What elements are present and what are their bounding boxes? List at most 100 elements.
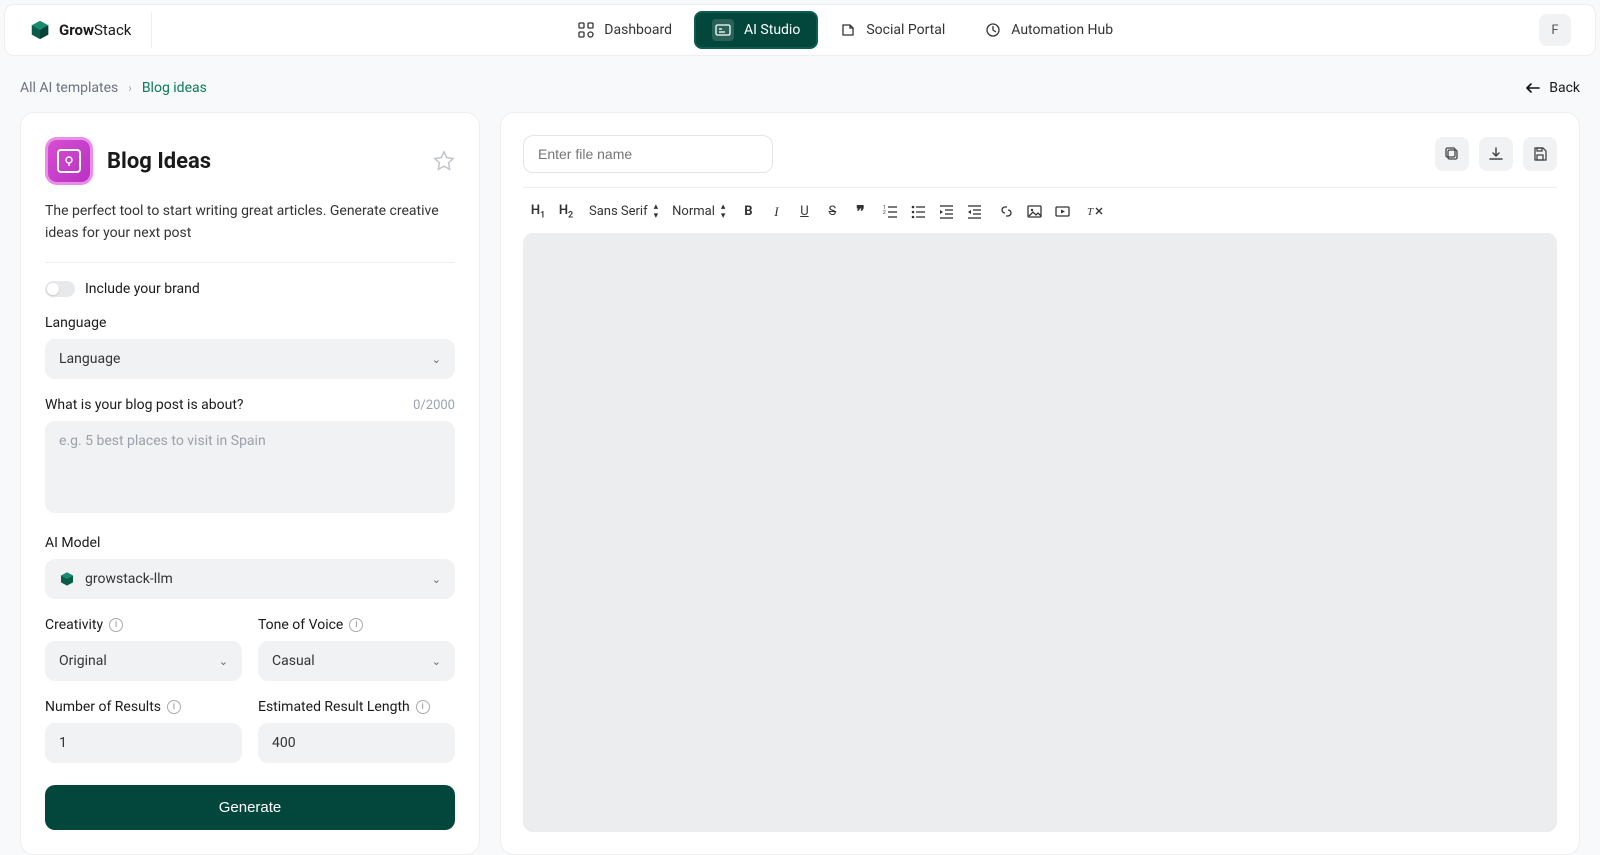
- chevron-down-icon: ⌄: [219, 655, 228, 668]
- font-size-select[interactable]: Normal ▴▾: [672, 203, 725, 221]
- chevron-updown-icon: ▴▾: [721, 203, 726, 221]
- chevron-down-icon: ⌄: [432, 655, 441, 668]
- topic-input[interactable]: [45, 421, 455, 513]
- user-avatar[interactable]: F: [1539, 14, 1571, 46]
- main-nav: Dashboard AI Studio Social Portal Automa…: [560, 11, 1131, 49]
- ai-model-select[interactable]: growstack-llm ⌄: [45, 559, 455, 599]
- favorite-button[interactable]: [433, 150, 455, 172]
- tool-config-panel: Blog Ideas The perfect tool to start wri…: [20, 112, 480, 855]
- indent-button[interactable]: [967, 204, 985, 219]
- ordered-list-button[interactable]: 12: [883, 204, 901, 219]
- chevron-right-icon: ›: [128, 81, 132, 95]
- download-icon: [1488, 146, 1504, 162]
- save-icon: [1532, 146, 1548, 162]
- arrow-left-icon: [1525, 80, 1541, 96]
- topic-label: What is your blog post is about?: [45, 397, 244, 413]
- brand-name: GrowStack: [59, 21, 131, 39]
- breadcrumb-root[interactable]: All AI templates: [20, 80, 118, 96]
- generate-button[interactable]: Generate: [45, 785, 455, 830]
- blog-ideas-icon: [45, 137, 93, 185]
- main-content: Blog Ideas The perfect tool to start wri…: [0, 112, 1600, 855]
- include-brand-toggle[interactable]: [45, 281, 75, 297]
- language-select[interactable]: Language ⌄: [45, 339, 455, 379]
- breadcrumb-leaf: Blog ideas: [142, 80, 207, 96]
- tone-select[interactable]: Casual ⌄: [258, 641, 455, 681]
- chevron-down-icon: ⌄: [432, 353, 441, 366]
- heading1-button[interactable]: H1: [529, 203, 547, 221]
- download-button[interactable]: [1479, 137, 1513, 171]
- italic-button[interactable]: I: [767, 204, 785, 220]
- image-icon: [1027, 204, 1042, 219]
- link-button[interactable]: [999, 204, 1017, 219]
- topic-counter: 0/2000: [413, 398, 455, 413]
- info-icon[interactable]: i: [349, 618, 363, 632]
- heading2-button[interactable]: H2: [557, 203, 575, 221]
- creativity-select[interactable]: Original ⌄: [45, 641, 242, 681]
- creativity-value: Original: [59, 653, 107, 669]
- copy-icon: [1444, 146, 1460, 162]
- clear-format-button[interactable]: T: [1087, 204, 1105, 219]
- language-value: Language: [59, 351, 120, 367]
- num-results-input[interactable]: 1: [45, 723, 242, 763]
- editor-panel: H1 H2 Sans Serif ▴▾ Normal ▴▾ B I U S ❞ …: [500, 112, 1580, 855]
- video-icon: [1055, 204, 1070, 219]
- underline-button[interactable]: U: [795, 204, 813, 219]
- nav-social-portal[interactable]: Social Portal: [822, 11, 963, 49]
- link-icon: [999, 204, 1014, 219]
- save-button[interactable]: [1523, 137, 1557, 171]
- nav-ai-studio[interactable]: AI Studio: [694, 11, 818, 49]
- image-button[interactable]: [1027, 204, 1045, 219]
- font-family-select[interactable]: Sans Serif ▴▾: [589, 203, 658, 221]
- ai-model-value: growstack-llm: [85, 571, 173, 587]
- est-length-label: Estimated Result Length: [258, 699, 410, 715]
- chevron-down-icon: ⌄: [432, 573, 441, 586]
- include-brand-label: Include your brand: [85, 281, 200, 297]
- font-family-value: Sans Serif: [589, 204, 648, 219]
- ai-model-label: AI Model: [45, 535, 455, 551]
- nav-dashboard[interactable]: Dashboard: [560, 11, 690, 49]
- nav-automation-hub[interactable]: Automation Hub: [967, 11, 1131, 49]
- outdent-button[interactable]: [939, 204, 957, 219]
- growstack-logo-icon: [29, 19, 51, 41]
- nav-ai-studio-label: AI Studio: [744, 22, 800, 38]
- clear-format-icon: T: [1087, 204, 1103, 219]
- dashboard-icon: [578, 22, 594, 38]
- creativity-label: Creativity: [45, 617, 103, 633]
- unordered-list-button[interactable]: [911, 204, 929, 219]
- star-icon: [433, 150, 455, 172]
- nav-social-portal-label: Social Portal: [866, 22, 945, 38]
- automation-hub-icon: [985, 22, 1001, 38]
- brand-logo[interactable]: GrowStack: [29, 12, 152, 48]
- ai-studio-icon: [715, 22, 731, 38]
- ol-icon: 12: [883, 204, 898, 219]
- info-icon[interactable]: i: [167, 700, 181, 714]
- chevron-updown-icon: ▴▾: [654, 203, 659, 221]
- back-button[interactable]: Back: [1525, 80, 1580, 96]
- filename-input[interactable]: [523, 135, 773, 173]
- editor-toolbar: H1 H2 Sans Serif ▴▾ Normal ▴▾ B I U S ❞ …: [523, 198, 1557, 233]
- nav-dashboard-label: Dashboard: [604, 22, 672, 38]
- tone-label: Tone of Voice: [258, 617, 343, 633]
- ul-icon: [911, 204, 926, 219]
- est-length-input[interactable]: 400: [258, 723, 455, 763]
- tone-value: Casual: [272, 653, 315, 669]
- info-icon[interactable]: i: [109, 618, 123, 632]
- info-icon[interactable]: i: [416, 700, 430, 714]
- svg-text:2: 2: [883, 210, 886, 216]
- back-label: Back: [1549, 80, 1580, 96]
- breadcrumb: All AI templates › Blog ideas: [20, 80, 207, 96]
- video-button[interactable]: [1055, 204, 1073, 219]
- social-portal-icon: [840, 22, 856, 38]
- copy-button[interactable]: [1435, 137, 1469, 171]
- num-results-label: Number of Results: [45, 699, 161, 715]
- editor-content-area[interactable]: [523, 233, 1557, 832]
- strikethrough-button[interactable]: S: [823, 204, 841, 219]
- language-label: Language: [45, 315, 455, 331]
- svg-text:T: T: [1087, 206, 1094, 218]
- top-bar: GrowStack Dashboard AI Studio Social Por…: [4, 4, 1596, 56]
- blockquote-button[interactable]: ❞: [851, 202, 869, 221]
- font-size-value: Normal: [672, 204, 715, 219]
- tool-description: The perfect tool to start writing great …: [45, 201, 455, 244]
- bold-button[interactable]: B: [739, 204, 757, 219]
- breadcrumb-row: All AI templates › Blog ideas Back: [0, 56, 1600, 112]
